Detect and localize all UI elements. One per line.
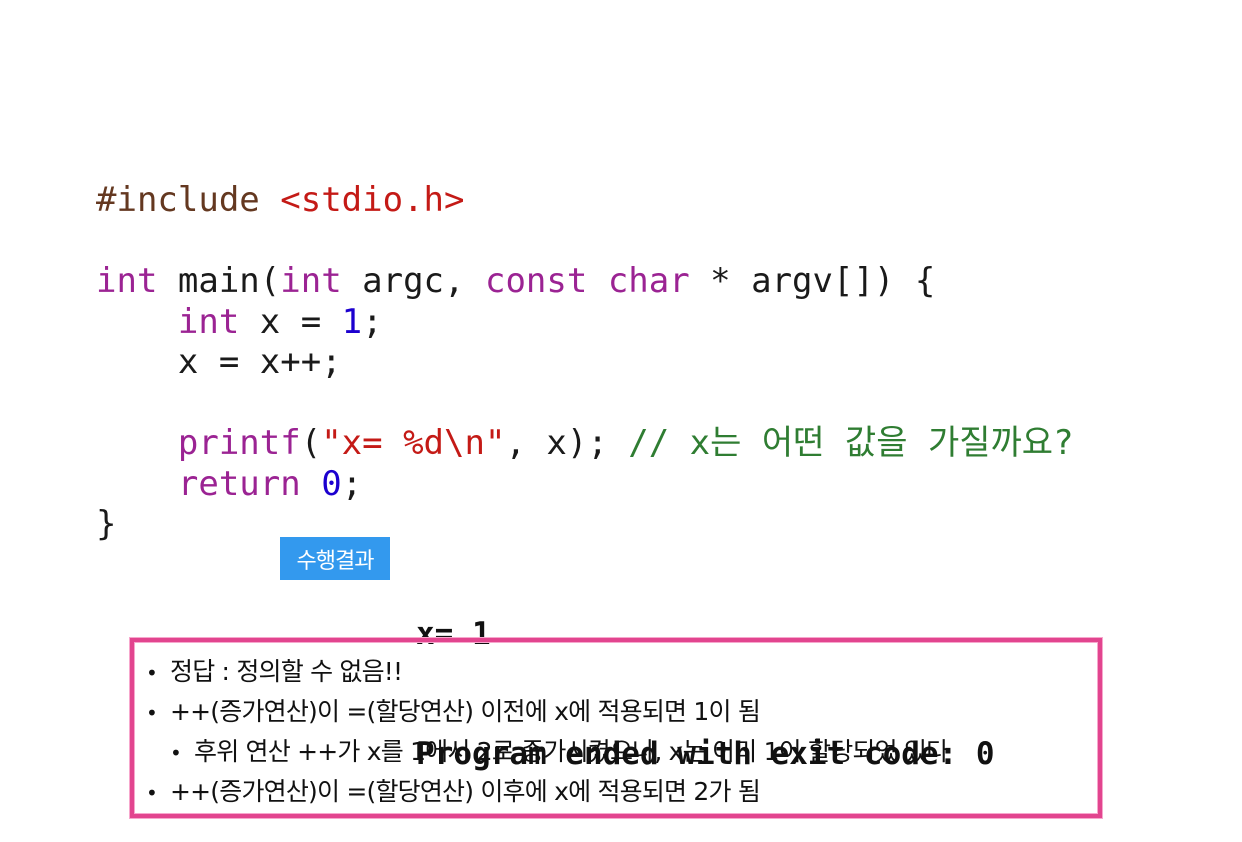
answer-list: • 정답 : 정의할 수 없음!! • ++(증가연산)이 =(할당연산) 이전에 … (146, 652, 949, 812)
main-name: main( (157, 261, 281, 301)
answer-item: • ++(증가연산)이 =(할당연산) 이후에 x에 적용되면 2가 됨 (146, 772, 948, 812)
keyword-return: return (177, 463, 301, 504)
code-line-printf: printf("x= %d\n", x); // x는 어떤 값을 가질까요? (96, 423, 1074, 464)
number-literal: 1 (341, 301, 363, 342)
result-badge: 수행결과 (280, 537, 390, 580)
bullet-icon: • (146, 781, 158, 805)
code-line-return: return 0; (96, 464, 1074, 505)
answer-box: • 정답 : 정의할 수 없음!! • ++(증가연산)이 =(할당연산) 이전에 … (130, 638, 1102, 818)
preprocessor-directive: #include (96, 180, 260, 220)
code-line-include: #include <stdio.h> (96, 180, 1074, 221)
answer-text: 정답 : 정의할 수 없음!! (170, 657, 403, 686)
keyword-int: int (96, 261, 158, 301)
bullet-icon: • (146, 701, 158, 725)
semicolon: ; (341, 463, 363, 504)
answer-text: ++(증가연산)이 =(할당연산) 이후에 x에 적용되면 2가 됨 (170, 777, 761, 806)
bullet-icon: • (170, 741, 182, 765)
string-literal: "x= %d\n" (321, 423, 506, 463)
paren: ( (300, 423, 322, 463)
answer-subitem: • 후위 연산 ++가 x를 1에서 2로 증가시켰으나, x는 이미 1이 할당… (146, 732, 949, 772)
keyword-int: int (177, 301, 240, 342)
answer-item: • 정답 : 정의할 수 없음!! (146, 652, 948, 692)
code-comment: // x는 어떤 값을 가질까요? (628, 423, 1074, 463)
code-block: #include <stdio.h> int main(int argc, co… (96, 180, 1074, 545)
include-header: <stdio.h> (280, 180, 465, 220)
answer-text: ++(증가연산)이 =(할당연산) 이전에 x에 적용되면 1이 됨 (170, 697, 761, 726)
printf-function: printf (177, 423, 301, 463)
code-line-decl: int x = 1; (96, 302, 1074, 343)
bullet-icon: • (146, 661, 158, 685)
decl-text: x = (239, 301, 342, 342)
printf-args: , x); (505, 423, 629, 463)
semicolon: ; (362, 301, 383, 342)
code-line-main: int main(int argc, const char * argv[]) … (96, 261, 1074, 302)
keyword-char: char (607, 261, 690, 301)
number-literal: 0 (321, 463, 342, 504)
argc-text: argc, (341, 261, 485, 301)
answer-text: 후위 연산 ++가 x를 1에서 2로 증가시켰으나, x는 이미 1이 할당되… (194, 737, 949, 766)
argv-text: * argv[]) { (689, 261, 936, 301)
keyword-int: int (280, 261, 342, 301)
keyword-const: const (484, 261, 588, 301)
code-line-assign: x = x++; (96, 342, 342, 382)
answer-item: • ++(증가연산)이 =(할당연산) 이전에 x에 적용되면 1이 됨 (146, 692, 948, 732)
